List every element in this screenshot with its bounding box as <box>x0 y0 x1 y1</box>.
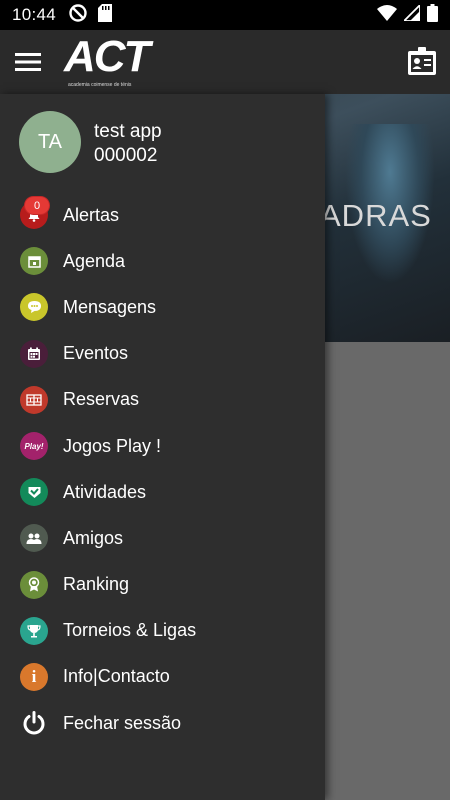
menu-item-info-contacto[interactable]: i Info|Contacto <box>0 654 325 700</box>
user-id: 000002 <box>94 145 158 166</box>
avatar-initials: TA <box>37 130 63 153</box>
menu-item-agenda[interactable]: Agenda <box>0 238 325 284</box>
menu-item-label: Atividades <box>63 481 147 502</box>
menu-item-label: Mensagens <box>63 296 157 317</box>
trophy-icon <box>20 616 48 645</box>
wifi-icon <box>377 4 397 26</box>
navigation-drawer: TA test app 000002 0 Alertas Agenda Mens… <box>0 94 325 800</box>
logo-subtext: academia coimense de ténis <box>68 82 132 88</box>
alert-count-badge: 0 <box>25 197 49 214</box>
hero-caption: ADRAS <box>320 198 432 233</box>
menu-item-label: Eventos <box>63 343 129 364</box>
friends-icon <box>20 524 48 553</box>
menu-item-alertas[interactable]: 0 Alertas <box>0 192 325 238</box>
status-time: 10:44 <box>12 5 57 24</box>
profile-card-icon[interactable] <box>406 46 438 78</box>
menu-item-atividades[interactable]: Atividades <box>0 469 325 515</box>
menu-list: 0 Alertas Agenda Mensagens Eventos Reser… <box>0 192 325 746</box>
battery-icon <box>427 3 438 27</box>
menu-item-ranking[interactable]: Ranking <box>0 562 325 608</box>
medal-icon <box>20 570 48 599</box>
info-icon-text: i <box>31 666 37 686</box>
menu-item-label: Torneios & Ligas <box>63 620 197 641</box>
menu-item-label: Info|Contacto <box>63 666 170 687</box>
hamburger-menu-icon[interactable] <box>10 44 46 80</box>
check-badge-icon <box>20 478 48 507</box>
menu-item-label: Fechar sessão <box>63 712 182 733</box>
court-icon <box>20 385 48 414</box>
menu-item-mensagens[interactable]: Mensagens <box>0 284 325 330</box>
event-icon <box>20 339 48 368</box>
menu-item-label: Jogos Play ! <box>63 435 162 456</box>
menu-item-label: Amigos <box>63 527 124 548</box>
menu-item-amigos[interactable]: Amigos <box>0 515 325 561</box>
menu-item-reservas[interactable]: Reservas <box>0 377 325 423</box>
play-icon-text: Play! <box>24 441 44 451</box>
menu-item-jogos-play[interactable]: Play! Jogos Play ! <box>0 423 325 469</box>
menu-item-eventos[interactable]: Eventos <box>0 331 325 377</box>
drawer-header[interactable]: TA test app 000002 <box>0 94 325 194</box>
calendar-icon <box>20 247 48 276</box>
menu-item-label: Reservas <box>63 389 140 410</box>
sd-card-icon <box>98 3 113 27</box>
signal-icon <box>401 2 421 26</box>
chat-bubble-icon <box>20 293 48 322</box>
menu-item-fechar-sessao[interactable]: Fechar sessão <box>0 700 325 746</box>
menu-item-torneios-ligas[interactable]: Torneios & Ligas <box>0 608 325 654</box>
power-icon <box>20 709 48 737</box>
play-icon: Play! <box>20 432 48 461</box>
menu-item-label: Agenda <box>63 250 126 271</box>
user-name: test app <box>94 121 162 142</box>
act-logo: ACT academia coimense de ténis <box>64 32 150 90</box>
logo-text: ACT <box>64 32 150 81</box>
menu-item-label: Ranking <box>63 574 130 595</box>
app-bar: ACT academia coimense de ténis <box>0 30 450 94</box>
info-icon: i <box>20 662 48 691</box>
data-saver-icon <box>68 3 88 28</box>
menu-item-label: Alertas <box>63 204 120 225</box>
status-bar: 10:44 <box>0 0 450 30</box>
avatar: TA <box>19 111 81 173</box>
